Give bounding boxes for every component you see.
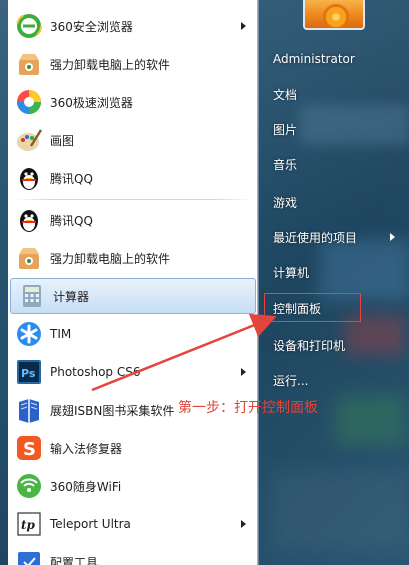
program-label: 腾讯QQ xyxy=(50,213,93,228)
program-item-config-tool[interactable]: 配置工具 xyxy=(8,544,258,565)
program-label: TIM xyxy=(50,327,72,341)
360-speed-browser-icon xyxy=(14,87,44,117)
program-item-360-wifi[interactable]: 360随身WiFi xyxy=(8,468,258,504)
program-label: 腾讯QQ xyxy=(50,171,93,186)
submenu-arrow-icon[interactable] xyxy=(241,368,246,376)
program-label: 输入法修复器 xyxy=(50,441,123,456)
right-link-label: 最近使用的项目 xyxy=(273,230,358,245)
right-link-pictures[interactable]: 图片 xyxy=(263,114,403,144)
program-label: 画图 xyxy=(50,133,75,148)
right-link-label: Administrator xyxy=(273,52,355,66)
svg-text:Ps: Ps xyxy=(21,367,36,380)
right-link-devices-and-printers[interactable]: 设备和打印机 xyxy=(263,330,403,360)
wifi-icon xyxy=(14,471,44,501)
qq-penguin-icon xyxy=(14,163,44,193)
right-link-label: 图片 xyxy=(273,122,298,137)
photoshop-icon: Ps xyxy=(14,357,44,387)
right-link-label: 文档 xyxy=(273,87,298,102)
background-blur xyxy=(335,395,405,445)
right-link-computer[interactable]: 计算机 xyxy=(263,257,403,287)
program-item-360-safe-browser[interactable]: 360安全浏览器 xyxy=(8,8,258,44)
right-link-label: 运行... xyxy=(273,373,309,388)
program-label: 360极速浏览器 xyxy=(50,95,133,110)
program-list: 360安全浏览器 强力卸载电脑上的软件 360极速浏览器 画图 腾讯QQ 腾讯Q… xyxy=(8,0,258,565)
program-item-qq[interactable]: 腾讯QQ xyxy=(8,202,258,238)
program-label: 配置工具 xyxy=(50,555,99,565)
program-item-qq[interactable]: 腾讯QQ xyxy=(8,160,258,196)
background-blur xyxy=(270,470,409,550)
program-item-photoshop[interactable]: Ps Photoshop CS6 xyxy=(8,354,258,390)
program-label: 强力卸载电脑上的软件 xyxy=(50,251,171,266)
svg-text:S: S xyxy=(23,439,36,460)
program-item-uninstaller[interactable]: 强力卸载电脑上的软件 xyxy=(8,46,258,82)
program-label: Photoshop CS6 xyxy=(50,365,141,379)
submenu-arrow-icon[interactable] xyxy=(241,520,246,528)
program-item-tim[interactable]: TIM xyxy=(8,316,258,352)
right-link-documents[interactable]: 文档 xyxy=(263,79,403,109)
annotation-step-text: 第一步：打开控制面板 xyxy=(178,400,318,416)
program-item-360-speed-browser[interactable]: 360极速浏览器 xyxy=(8,84,258,120)
program-label: Teleport Ultra xyxy=(50,517,131,531)
program-label: 计算器 xyxy=(53,289,90,304)
pinned-separator xyxy=(14,199,252,200)
submenu-arrow-icon[interactable] xyxy=(390,233,395,241)
right-link-games[interactable]: 游戏 xyxy=(263,187,403,217)
tim-star-icon xyxy=(14,319,44,349)
calculator-icon xyxy=(17,281,47,311)
teleport-tp-icon: tp xyxy=(14,509,44,539)
right-link-label: 音乐 xyxy=(273,157,298,172)
uninstaller-box-icon xyxy=(14,243,44,273)
right-link-label: 游戏 xyxy=(273,195,298,210)
program-label: 强力卸载电脑上的软件 xyxy=(50,57,171,72)
right-link-recent-items[interactable]: 最近使用的项目 xyxy=(263,222,403,252)
qq-penguin-icon xyxy=(14,205,44,235)
program-item-paint[interactable]: 画图 xyxy=(8,122,258,158)
program-label: 360安全浏览器 xyxy=(50,19,133,34)
right-link-label: 计算机 xyxy=(273,265,310,280)
program-item-input-method-repair[interactable]: S 输入法修复器 xyxy=(8,430,258,466)
config-tool-icon xyxy=(14,547,44,565)
program-label: 360随身WiFi xyxy=(50,479,122,494)
right-link-administrator[interactable]: Administrator xyxy=(263,44,403,74)
uninstaller-box-icon xyxy=(14,49,44,79)
program-item-uninstaller[interactable]: 强力卸载电脑上的软件 xyxy=(8,240,258,276)
program-label: 展翅ISBN图书采集软件 xyxy=(50,403,175,418)
right-link-music[interactable]: 音乐 xyxy=(263,149,403,179)
control-panel-highlight-box xyxy=(264,293,361,322)
paint-palette-icon xyxy=(14,125,44,155)
program-item-calculator[interactable]: 计算器 xyxy=(10,278,256,314)
right-link-run[interactable]: 运行... xyxy=(263,365,403,395)
user-account-picture[interactable] xyxy=(303,0,365,30)
svg-text:tp: tp xyxy=(21,518,36,532)
360-safe-browser-icon xyxy=(14,11,44,41)
program-item-teleport-ultra[interactable]: tp Teleport Ultra xyxy=(8,506,258,542)
submenu-arrow-icon[interactable] xyxy=(241,22,246,30)
book-icon xyxy=(14,395,44,425)
right-link-label: 设备和打印机 xyxy=(273,338,346,353)
sogou-s-icon: S xyxy=(14,433,44,463)
